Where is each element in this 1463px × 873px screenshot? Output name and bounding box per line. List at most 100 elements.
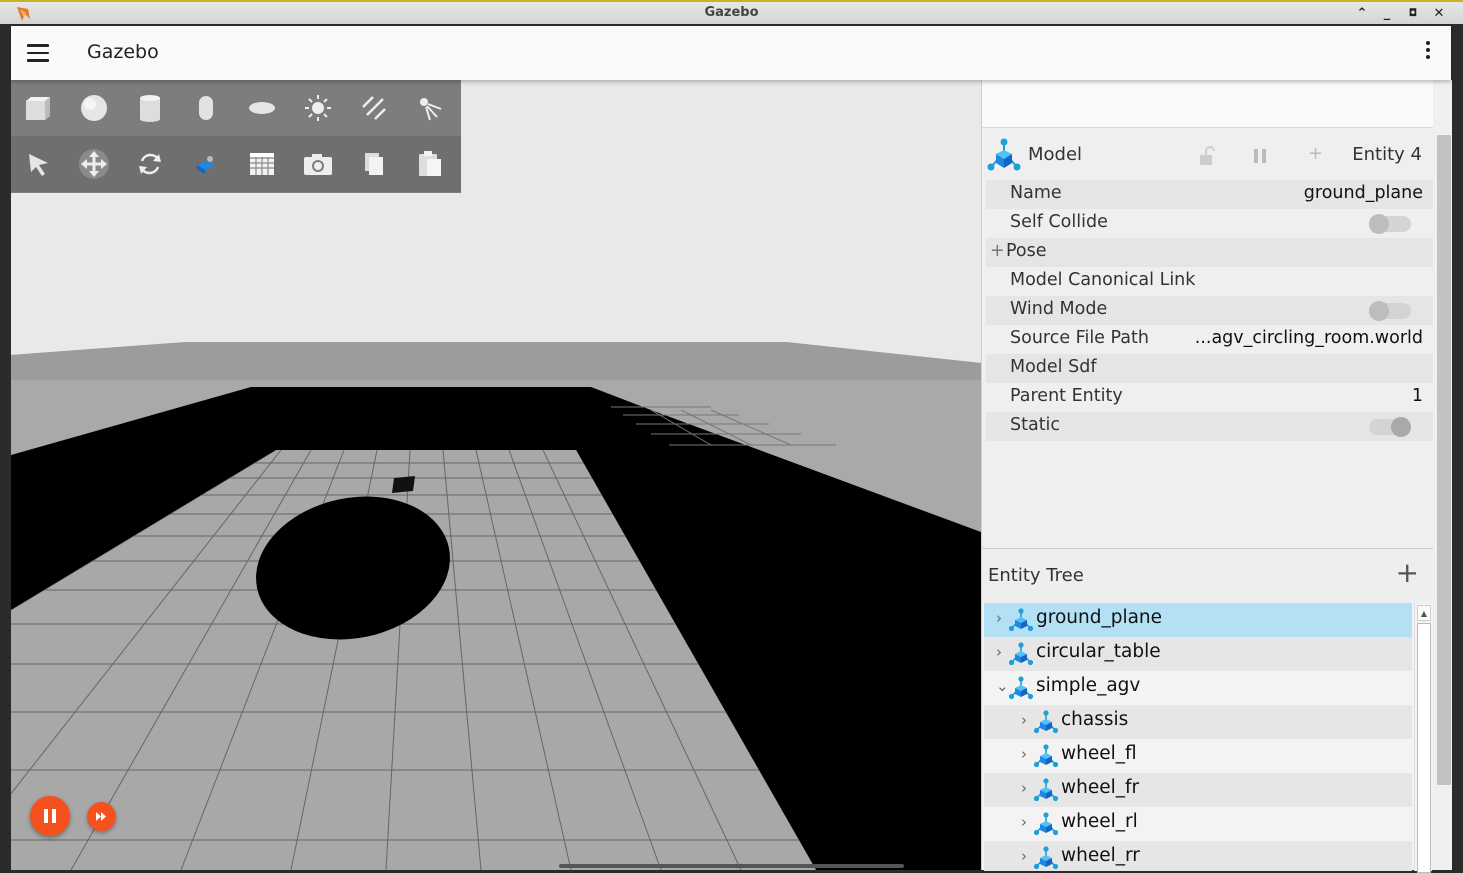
prop-key: Model Sdf <box>1010 357 1097 377</box>
tree-item[interactable]: › wheel_fl <box>984 739 1412 773</box>
restore-icon[interactable]: ◘ <box>1403 4 1423 24</box>
select-arrow-icon[interactable] <box>20 146 56 182</box>
prop-pose[interactable]: + Pose <box>986 238 1433 267</box>
capsule-icon[interactable] <box>188 90 224 126</box>
viewport-scroll-hint <box>559 864 904 868</box>
component-inspector: Model + Entity 4 Name ground_plane Self … <box>982 128 1433 548</box>
chevron-right-icon[interactable]: › <box>996 643 1008 661</box>
tree-item[interactable]: › circular_table <box>984 637 1412 671</box>
tree-item-label: wheel_fl <box>1061 743 1137 764</box>
model-icon <box>1008 608 1034 632</box>
prop-wind-mode: Wind Mode <box>986 296 1433 325</box>
chevron-right-icon[interactable]: › <box>996 609 1008 627</box>
prop-key: Parent Entity <box>1010 386 1123 406</box>
model-icon <box>1008 676 1034 700</box>
prop-key: Source File Path <box>1010 328 1149 348</box>
3d-viewport[interactable] <box>11 80 981 870</box>
translate-icon[interactable] <box>76 146 112 182</box>
tree-item-label: wheel_fr <box>1061 777 1140 798</box>
chevron-right-icon[interactable]: › <box>1021 745 1033 763</box>
prop-key: Pose <box>1006 241 1047 261</box>
prop-canonical-link: Model Canonical Link <box>986 267 1433 296</box>
panel-top-area <box>982 80 1433 128</box>
tree-item-label: wheel_rl <box>1061 811 1138 832</box>
ellipsoid-icon[interactable] <box>244 90 280 126</box>
static-toggle[interactable] <box>1369 417 1411 437</box>
tree-item[interactable]: › wheel_rr <box>984 841 1412 871</box>
prop-self-collide: Self Collide <box>986 209 1433 238</box>
prop-static: Static <box>986 412 1433 441</box>
sphere-icon[interactable] <box>76 90 112 126</box>
view-angle-icon[interactable] <box>188 146 224 182</box>
prop-key: Name <box>1010 183 1062 203</box>
chevron-right-icon[interactable]: › <box>1021 711 1033 729</box>
scroll-up-icon[interactable]: ▲ <box>1417 605 1431 621</box>
tree-item[interactable]: › wheel_fr <box>984 773 1412 807</box>
right-panel: Model + Entity 4 Name ground_plane Self … <box>981 80 1452 873</box>
step-button[interactable] <box>87 802 116 831</box>
rotate-icon[interactable] <box>132 146 168 182</box>
directional-light-icon[interactable] <box>356 90 392 126</box>
entity-tree-scrollbar[interactable]: ▲ <box>1414 603 1432 873</box>
box-icon[interactable] <box>20 90 56 126</box>
inspector-type: Model <box>1028 144 1083 165</box>
app-header: Gazebo <box>11 26 1451 80</box>
cylinder-icon[interactable] <box>132 90 168 126</box>
scene-render <box>11 80 981 870</box>
close-icon[interactable]: ✕ <box>1429 4 1449 24</box>
gazebo-app: Gazebo Model + Entity 4 Name ground_plan… <box>11 26 1452 873</box>
entity-tree-title: Entity Tree <box>988 565 1084 586</box>
pause-button[interactable] <box>30 796 70 836</box>
prop-source-file: Source File Path ...agv_circling_room.wo… <box>986 325 1433 354</box>
toolbar-row-shapes <box>11 80 461 136</box>
add-component-icon[interactable]: + <box>1308 143 1323 164</box>
lock-icon[interactable] <box>1197 146 1217 166</box>
model-icon <box>1033 778 1059 802</box>
add-entity-icon[interactable]: + <box>1396 557 1419 589</box>
screenshot-icon[interactable] <box>300 146 336 182</box>
chevron-right-icon[interactable]: › <box>1021 779 1033 797</box>
pause-updates-icon[interactable] <box>1252 148 1268 164</box>
tree-item[interactable]: › ground_plane <box>984 603 1412 637</box>
chevron-right-icon[interactable]: › <box>1021 847 1033 865</box>
prop-key: Wind Mode <box>1010 299 1108 319</box>
window-title: Gazebo <box>704 5 759 20</box>
model-icon <box>1033 744 1059 768</box>
prop-key: Self Collide <box>1010 212 1108 232</box>
prop-name: Name ground_plane <box>986 180 1433 209</box>
menu-icon[interactable] <box>27 44 49 62</box>
entity-tree-list: › ground_plane › circular_table ⌄ simple_agv ›… <box>984 603 1412 871</box>
prop-value: ...agv_circling_room.world <box>1194 328 1423 348</box>
prop-parent-entity: Parent Entity 1 <box>986 383 1433 412</box>
prop-value: ground_plane <box>1303 183 1423 203</box>
grid-snap-icon[interactable] <box>244 146 280 182</box>
chevron-down-icon[interactable]: ⌄ <box>996 677 1009 695</box>
prop-model-sdf: Model Sdf <box>986 354 1433 383</box>
paste-icon[interactable] <box>412 146 448 182</box>
model-icon <box>1033 710 1059 734</box>
self-collide-toggle[interactable] <box>1369 214 1411 234</box>
os-titlebar: Gazebo ⌃ _ ◘ ✕ <box>0 0 1463 24</box>
more-options-icon[interactable] <box>1423 41 1433 65</box>
tree-item[interactable]: › wheel_rl <box>984 807 1412 841</box>
tree-item-label: simple_agv <box>1036 675 1141 696</box>
app-title: Gazebo <box>87 41 159 63</box>
model-icon <box>1008 642 1034 666</box>
entity-tree: Entity Tree + › ground_plane › circular_tab… <box>982 548 1433 873</box>
copy-icon[interactable] <box>356 146 392 182</box>
sun-light-icon[interactable] <box>300 90 336 126</box>
chevron-right-icon[interactable]: › <box>1021 813 1033 831</box>
tree-item-label: wheel_rr <box>1061 845 1140 866</box>
inspector-header: Model + Entity 4 <box>982 128 1433 180</box>
tree-item[interactable]: › chassis <box>984 705 1412 739</box>
prop-key: Model Canonical Link <box>1010 270 1196 290</box>
minimize-icon[interactable]: _ <box>1377 4 1397 24</box>
maximize-up-icon[interactable]: ⌃ <box>1352 4 1372 24</box>
panel-scrollbar[interactable] <box>1435 80 1452 870</box>
spot-light-icon[interactable] <box>412 90 448 126</box>
tree-item[interactable]: ⌄ simple_agv <box>984 671 1412 705</box>
model-icon <box>1033 812 1059 836</box>
shapes-toolbar <box>11 80 461 193</box>
expand-plus-icon[interactable]: + <box>990 241 1005 261</box>
wind-mode-toggle[interactable] <box>1369 301 1411 321</box>
